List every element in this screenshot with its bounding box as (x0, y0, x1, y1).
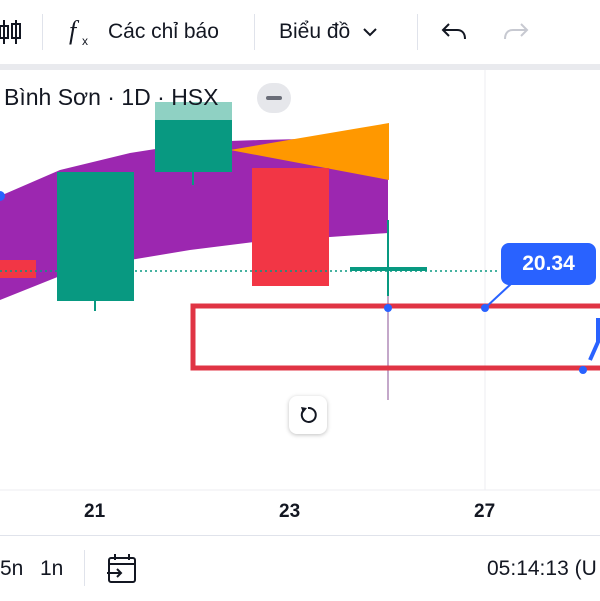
reset-chart-button[interactable] (289, 396, 327, 434)
goto-date-button[interactable] (105, 536, 139, 601)
candle-up (57, 172, 134, 301)
range-5n-button[interactable]: 5n (0, 536, 23, 601)
drawing-handle-edge (588, 318, 600, 361)
candles-icon[interactable] (0, 0, 22, 64)
drawing-handle (579, 366, 587, 374)
fx-icon: f x (69, 16, 88, 48)
svg-text:f: f (69, 16, 80, 45)
svg-text:x: x (82, 34, 88, 48)
chart-type-button[interactable]: Biểu đồ (279, 0, 399, 64)
bottom-toolbar: 5n 1n 05:14:13 (U (0, 535, 600, 601)
x-axis-tick: 23 (279, 501, 301, 522)
rectangle-drawing (190, 303, 600, 371)
redo-button[interactable] (503, 0, 533, 64)
price-chart[interactable] (0, 70, 600, 535)
undo-button[interactable] (441, 0, 471, 64)
toolbar-divider (417, 14, 418, 50)
clock-timezone[interactable]: 05:14:13 (U (487, 536, 597, 601)
candle-up (155, 120, 232, 172)
toolbar-divider (254, 14, 255, 50)
range-1n-button[interactable]: 1n (40, 536, 63, 601)
price-tag-label[interactable]: 20.34 (501, 243, 596, 285)
calendar-goto-icon (107, 553, 136, 583)
x-axis-tick: 27 (474, 501, 496, 522)
redo-icon (504, 23, 529, 40)
chevron-down-icon (363, 28, 377, 37)
x-axis-tick: 21 (84, 501, 106, 522)
top-toolbar: f x Các chỉ báo Biểu đồ (0, 0, 600, 64)
toolbar-divider (42, 14, 43, 50)
indicators-button[interactable]: f x Các chỉ báo (66, 0, 236, 64)
chart-type-label: Biểu đồ (279, 20, 351, 43)
drawing-handle (384, 304, 392, 312)
indicators-label: Các chỉ báo (108, 20, 219, 43)
candle-down (252, 168, 329, 286)
candle-down (0, 260, 36, 278)
legend-collapse-button[interactable] (257, 83, 291, 113)
undo-icon (441, 23, 466, 40)
symbol-legend[interactable]: Bình Sơn · 1D · HSX (4, 84, 219, 111)
reset-icon (300, 406, 317, 423)
bottom-divider (84, 550, 85, 586)
